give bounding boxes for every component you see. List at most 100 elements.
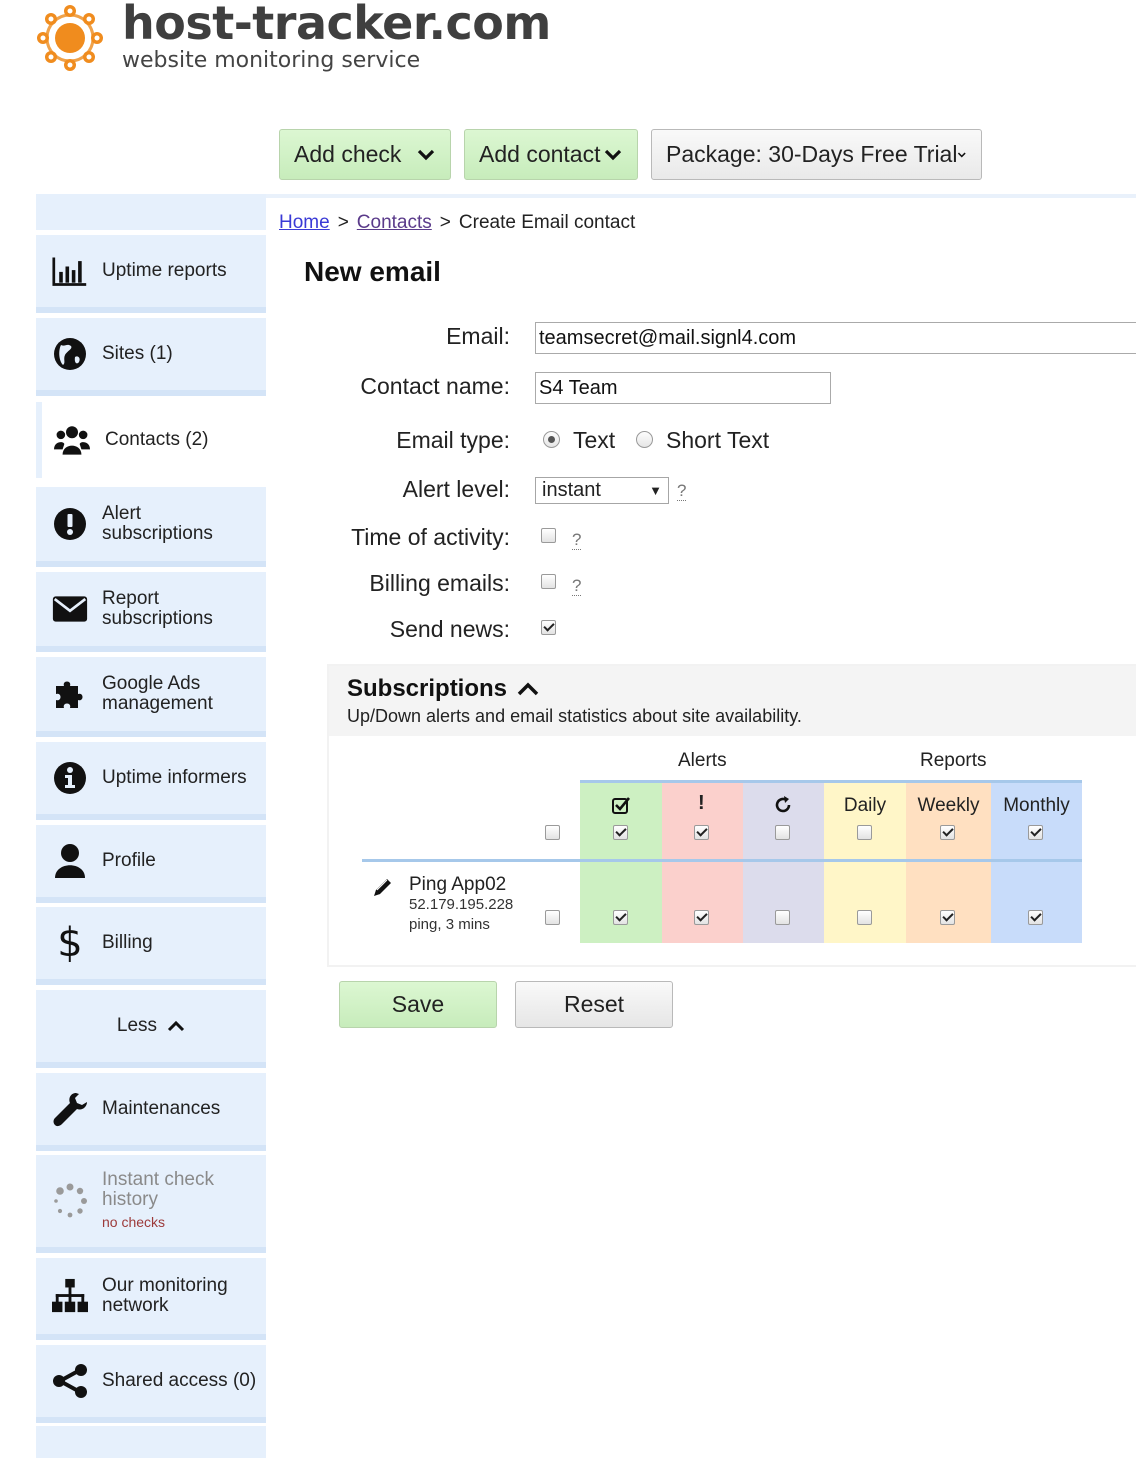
exclamation-icon <box>52 506 88 542</box>
email-type-text-label[interactable]: Text <box>573 427 615 454</box>
site-row-checkbox[interactable] <box>545 910 560 925</box>
exclamation-mark-icon: ! <box>698 792 705 814</box>
table-row-separator <box>362 859 1082 862</box>
dollar-icon: $ <box>57 920 83 966</box>
chevron-down-icon <box>958 152 967 158</box>
alert-level-select[interactable]: instant ▼ <box>535 477 669 504</box>
breadcrumb-contacts-link[interactable]: Contacts <box>357 212 432 233</box>
sidebar-item-contacts[interactable]: Contacts (2) <box>36 402 270 478</box>
alerts-group-label: Alerts <box>678 750 727 771</box>
chevron-up-icon <box>517 682 539 696</box>
sidebar-item-label: Less <box>116 1015 158 1036</box>
sidebar-top <box>36 194 266 230</box>
repeat-alert-all-checkbox[interactable] <box>775 825 790 840</box>
wrench-icon <box>52 1091 88 1127</box>
user-icon <box>52 843 88 879</box>
select-all-checkbox[interactable] <box>545 825 560 840</box>
puzzle-icon <box>52 676 88 712</box>
site-repeat-alert-checkbox[interactable] <box>775 910 790 925</box>
instant-check-label: Instant check history <box>102 1169 214 1210</box>
sidebar-item-report-subscriptions[interactable]: Report subscriptions <box>36 572 266 652</box>
sidebar-item-maintenances[interactable]: Maintenances <box>36 1073 266 1151</box>
brand-title: host-tracker.com <box>122 0 551 50</box>
subscriptions-title: Subscriptions <box>347 675 539 703</box>
sidebar-item-google-ads[interactable]: Google Ads management <box>36 657 266 737</box>
sidebar-item-uptime-informers[interactable]: Uptime informers <box>36 742 266 820</box>
logo[interactable]: host-tracker.com website monitoring serv… <box>36 0 556 82</box>
reset-button[interactable]: Reset <box>515 981 673 1028</box>
sidebar-item-profile[interactable]: Profile <box>36 825 266 903</box>
subscriptions-title-text: Subscriptions <box>347 675 508 702</box>
daily-report-all-checkbox[interactable] <box>857 825 872 840</box>
sidebar-item-shared-access[interactable]: Shared access (0) <box>36 1345 266 1423</box>
dropdown-arrow-icon: ▼ <box>649 483 662 498</box>
email-label: Email: <box>446 323 510 349</box>
alert-level-label: Alert level: <box>402 476 510 502</box>
email-type-text-radio[interactable] <box>543 431 560 448</box>
weekly-column-header: Weekly <box>917 795 980 816</box>
monthly-column-header: Monthly <box>1003 795 1070 816</box>
weekly-report-all-checkbox[interactable] <box>940 825 955 840</box>
sidebar-less-toggle[interactable]: Less <box>36 990 266 1068</box>
site-weekly-report-checkbox[interactable] <box>940 910 955 925</box>
time-of-activity-checkbox[interactable] <box>541 528 556 543</box>
logo-icon <box>37 5 103 71</box>
email-type-short-text-label[interactable]: Short Text <box>666 427 769 454</box>
billing-emails-help-icon[interactable]: ? <box>572 577 582 596</box>
breadcrumb-current: Create Email contact <box>458 212 636 233</box>
site-down-alert-checkbox[interactable] <box>694 910 709 925</box>
breadcrumb-home-link[interactable]: Home <box>279 212 330 233</box>
package-button[interactable]: Package: 30-Days Free Trial <box>651 129 982 180</box>
billing-emails-checkbox[interactable] <box>541 574 556 589</box>
sidebar-item-label: Contacts (2) <box>105 429 209 450</box>
time-of-activity-label: Time of activity: <box>351 524 510 550</box>
chevron-up-icon <box>168 1020 185 1032</box>
refresh-icon <box>775 796 791 813</box>
site-ip: 52.179.195.228 <box>409 896 514 913</box>
contact-name-field[interactable] <box>535 372 831 404</box>
site-monthly-report-checkbox[interactable] <box>1028 910 1043 925</box>
subscriptions-header[interactable]: Subscriptions Up/Down alerts and email s… <box>329 666 1136 736</box>
save-button[interactable]: Save <box>339 981 497 1028</box>
monthly-report-all-checkbox[interactable] <box>1028 825 1043 840</box>
down-alert-all-checkbox[interactable] <box>694 825 709 840</box>
sidebar-item-label: Alert subscriptions <box>102 503 213 544</box>
pencil-icon[interactable] <box>372 876 394 898</box>
share-icon <box>52 1363 88 1399</box>
add-check-button[interactable]: Add check <box>279 129 451 180</box>
sidebar-item-label: Sites (1) <box>102 343 173 364</box>
package-label: Package: 30-Days Free Trial <box>666 141 958 167</box>
sidebar-item-label: Uptime informers <box>102 767 247 788</box>
site-daily-report-checkbox[interactable] <box>857 910 872 925</box>
email-type-short-text-radio[interactable] <box>636 431 653 448</box>
subscriptions-description: Up/Down alerts and email statistics abou… <box>347 706 802 726</box>
sidebar-item-label: Profile <box>102 850 156 871</box>
sidebar-item-sites[interactable]: Sites (1) <box>36 318 266 396</box>
alert-level-value: instant <box>542 479 601 501</box>
globe-icon <box>52 336 88 372</box>
chevron-down-icon <box>417 149 435 160</box>
add-contact-button[interactable]: Add contact <box>464 129 638 180</box>
brand-subtitle: website monitoring service <box>122 48 421 73</box>
up-alert-all-checkbox[interactable] <box>613 825 628 840</box>
check-square-icon <box>612 797 631 814</box>
sidebar-item-instant-check-history[interactable]: Instant check history no checks <box>36 1155 266 1253</box>
sidebar-item-monitoring-network[interactable]: Our monitoring network <box>36 1258 266 1340</box>
breadcrumb: Home > Contacts > Create Email contact <box>279 212 635 234</box>
send-news-checkbox[interactable] <box>541 620 556 635</box>
add-contact-label: Add contact <box>479 141 601 167</box>
time-of-activity-help-icon[interactable]: ? <box>572 531 582 550</box>
contact-name-label: Contact name: <box>360 373 510 399</box>
sidebar-item-uptime-reports[interactable]: Uptime reports <box>36 235 266 313</box>
sidebar-item-alert-subscriptions[interactable]: Alert subscriptions <box>36 487 266 567</box>
email-field[interactable] <box>535 322 1136 354</box>
bar-chart-icon <box>52 253 88 289</box>
network-icon <box>52 1278 88 1314</box>
alert-level-help-icon[interactable]: ? <box>677 482 687 501</box>
no-checks-text: no checks <box>102 1214 166 1230</box>
billing-emails-label: Billing emails: <box>369 570 510 596</box>
site-up-alert-checkbox[interactable] <box>613 910 628 925</box>
spinner-icon <box>52 1183 88 1219</box>
sidebar-item-billing[interactable]: $ Billing <box>36 907 266 985</box>
content-top-border <box>266 194 1136 198</box>
